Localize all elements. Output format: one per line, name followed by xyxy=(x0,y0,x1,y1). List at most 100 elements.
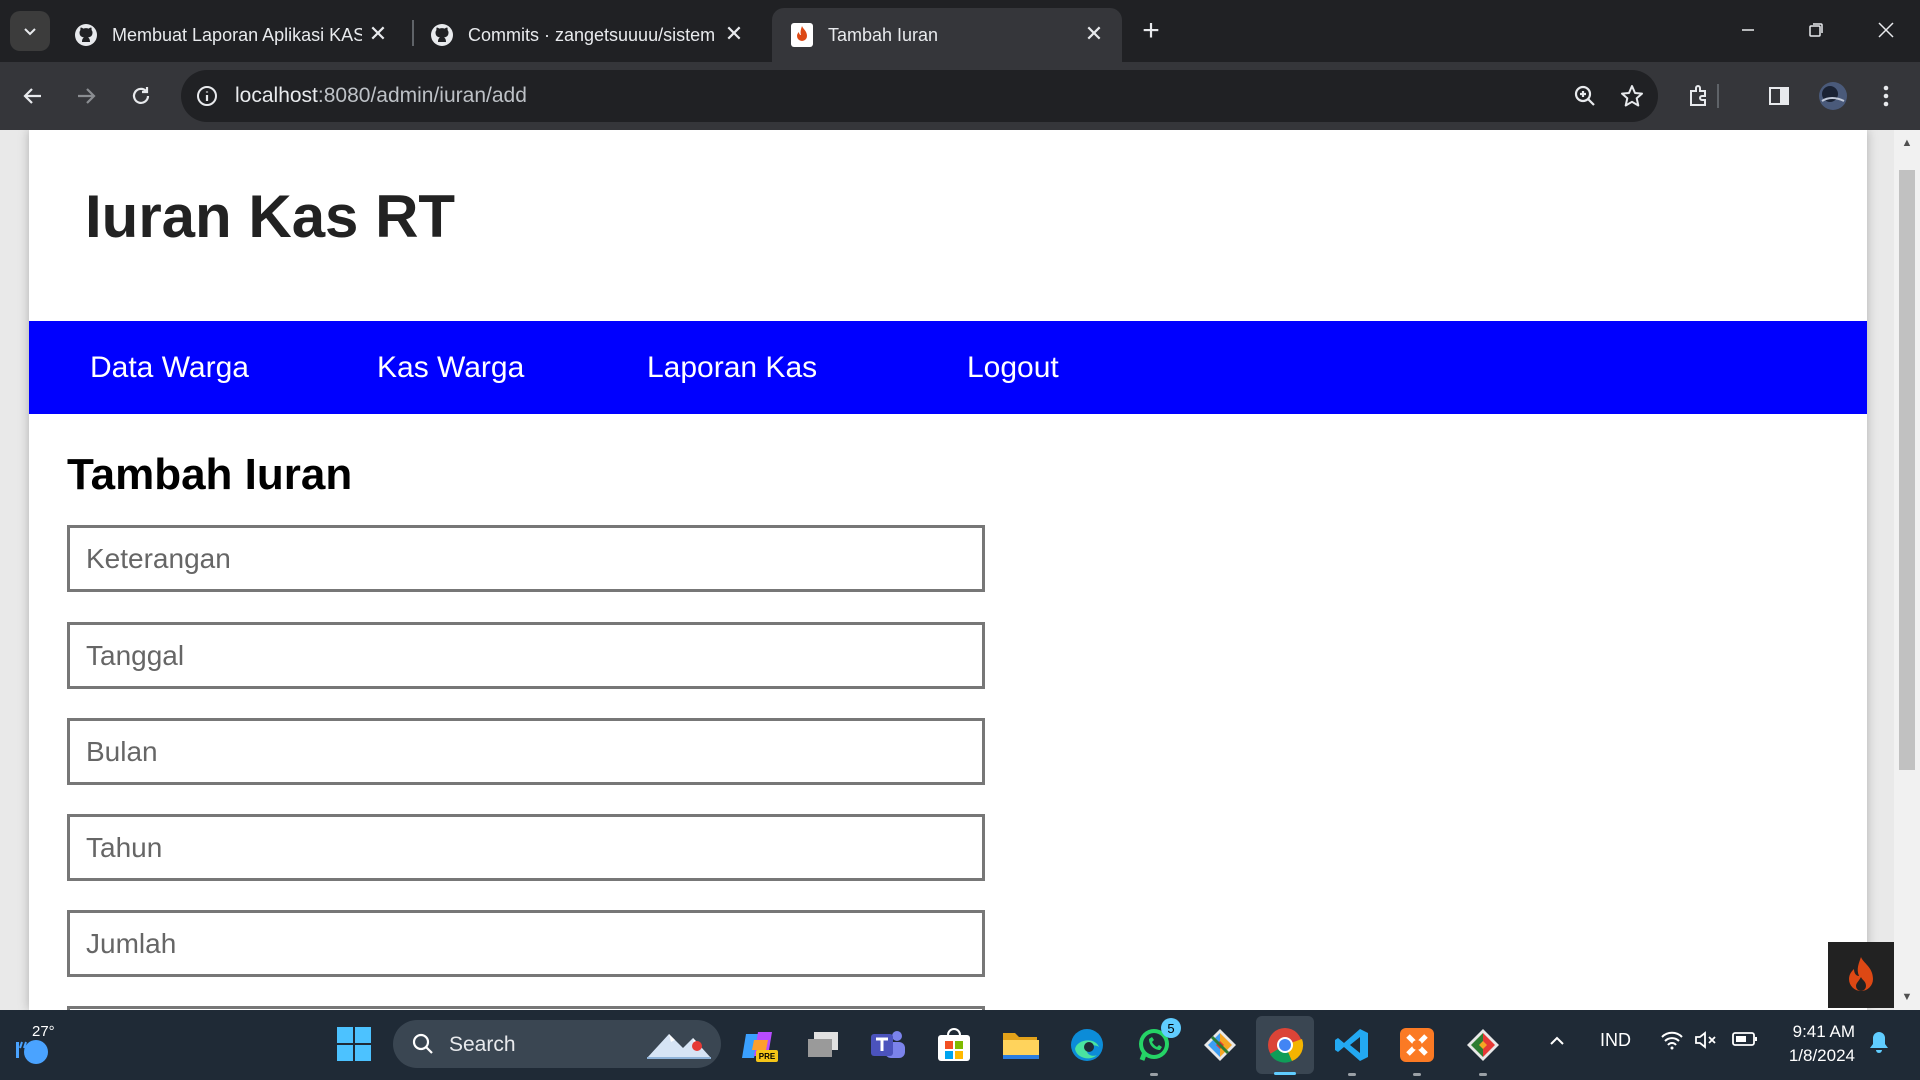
chrome-icon xyxy=(1268,1028,1304,1063)
vscode-icon xyxy=(1335,1029,1368,1061)
nav-logout[interactable]: Logout xyxy=(967,351,1059,385)
file-explorer-app[interactable] xyxy=(999,1024,1041,1066)
git-client-icon xyxy=(1204,1029,1236,1061)
xampp-icon xyxy=(1400,1028,1434,1062)
nav-data-warga[interactable]: Data Warga xyxy=(90,351,249,385)
main-navbar: Data Warga Kas Warga Laporan Kas Logout xyxy=(29,321,1867,414)
address-bar[interactable]: localhost:8080/admin/iuran/add xyxy=(181,70,1658,122)
volume-muted-icon[interactable] xyxy=(1694,1030,1718,1055)
url-text: localhost:8080/admin/iuran/add xyxy=(235,84,527,107)
weather-widget[interactable]: 27° xyxy=(12,1020,60,1070)
show-hidden-icons-button[interactable] xyxy=(1548,1032,1566,1055)
copilot-icon: PRE xyxy=(742,1032,778,1062)
more-menu-icon[interactable] xyxy=(1868,78,1904,114)
system-clock[interactable]: 9:41 AM 1/8/2024 xyxy=(1775,1020,1855,1068)
site-title: Iuran Kas RT xyxy=(85,183,456,250)
tab-search-button[interactable] xyxy=(10,11,50,51)
close-icon xyxy=(1878,22,1894,38)
forward-button[interactable] xyxy=(66,76,106,116)
chevron-down-icon xyxy=(24,28,36,36)
running-indicator xyxy=(1150,1073,1158,1076)
codeigniter-flame-icon xyxy=(790,23,814,47)
browser-viewport: Iuran Kas RT Data Warga Kas Warga Lapora… xyxy=(0,130,1920,1010)
temperature: 27° xyxy=(32,1023,55,1040)
wifi-icon[interactable] xyxy=(1660,1030,1684,1055)
extensions-icon[interactable] xyxy=(1681,78,1717,114)
tab-commits[interactable]: Commits · zangetsuuuu/sistem ✕ xyxy=(412,8,762,62)
input-language[interactable]: IND xyxy=(1600,1030,1631,1051)
zoom-icon[interactable] xyxy=(1571,82,1599,110)
taskbar-search[interactable]: Search xyxy=(393,1020,721,1068)
arrow-left-icon xyxy=(23,88,41,104)
search-label: Search xyxy=(449,1033,516,1056)
clock-date: 1/8/2024 xyxy=(1788,1046,1855,1065)
git-client-icon xyxy=(1467,1029,1499,1061)
running-indicator xyxy=(1348,1073,1356,1076)
scroll-down-arrow-icon[interactable]: ▼ xyxy=(1900,990,1914,1004)
task-view-app[interactable] xyxy=(802,1024,844,1066)
notification-badge: 5 xyxy=(1161,1018,1181,1038)
vscode-app[interactable] xyxy=(1331,1024,1373,1076)
nav-laporan-kas[interactable]: Laporan Kas xyxy=(647,351,817,385)
whatsapp-app[interactable]: 5 xyxy=(1133,1018,1181,1076)
github-icon xyxy=(430,23,454,47)
bulan-field[interactable] xyxy=(67,718,985,785)
tab-title: Tambah Iuran xyxy=(828,24,939,45)
teams-app[interactable] xyxy=(867,1024,909,1066)
battery-icon[interactable] xyxy=(1732,1030,1758,1053)
edge-app[interactable] xyxy=(1066,1024,1108,1066)
close-tab-icon[interactable]: ✕ xyxy=(720,20,748,48)
minimize-button[interactable] xyxy=(1728,10,1768,50)
arrow-right-icon xyxy=(78,88,96,104)
jumlah-field[interactable] xyxy=(67,910,985,977)
microsoft-store-app[interactable] xyxy=(933,1024,975,1066)
profile-avatar[interactable] xyxy=(1815,78,1851,114)
tab-tambah-iuran[interactable]: Tambah Iuran ✕ xyxy=(772,8,1122,62)
tab-laporan[interactable]: Membuat Laporan Aplikasi KAS ✕ xyxy=(56,8,406,62)
task-view-icon xyxy=(808,1032,838,1057)
new-tab-button[interactable]: + xyxy=(1134,14,1168,48)
clock-time: 9:41 AM xyxy=(1792,1022,1855,1041)
start-button[interactable] xyxy=(336,1026,372,1062)
sourcetree-app[interactable] xyxy=(1199,1024,1241,1066)
teams-icon xyxy=(871,1031,905,1058)
bookmark-star-icon[interactable] xyxy=(1618,82,1646,110)
form-title: Tambah Iuran xyxy=(67,450,353,499)
flame-icon xyxy=(1849,957,1873,991)
side-panel-icon[interactable] xyxy=(1761,78,1797,114)
minimize-icon xyxy=(1742,29,1754,31)
nav-kas-warga[interactable]: Kas Warga xyxy=(377,351,524,385)
close-window-button[interactable] xyxy=(1866,10,1906,50)
store-icon xyxy=(938,1028,970,1061)
close-tab-icon[interactable]: ✕ xyxy=(364,20,392,48)
scroll-up-arrow-icon[interactable]: ▲ xyxy=(1900,136,1914,150)
keterangan-field[interactable] xyxy=(67,525,985,592)
scrollbar-thumb[interactable] xyxy=(1899,170,1915,770)
folder-icon xyxy=(1003,1033,1039,1059)
notification-bell-icon[interactable] xyxy=(1868,1030,1890,1059)
site-info-icon[interactable] xyxy=(193,82,221,110)
xampp-app[interactable] xyxy=(1396,1024,1438,1076)
page-scrollbar[interactable]: ▲ ▼ xyxy=(1894,130,1920,1010)
restore-button[interactable] xyxy=(1796,10,1836,50)
reload-button[interactable] xyxy=(121,76,161,116)
windows-logo-icon xyxy=(337,1027,371,1061)
tahun-field[interactable] xyxy=(67,814,985,881)
close-tab-icon[interactable]: ✕ xyxy=(1080,20,1108,48)
chevron-up-icon xyxy=(1550,1036,1564,1045)
svg-text:PRE: PRE xyxy=(759,1052,776,1061)
chrome-app[interactable] xyxy=(1256,1016,1314,1075)
back-button[interactable] xyxy=(13,76,53,116)
running-indicator xyxy=(1274,1072,1296,1075)
github-icon xyxy=(74,23,98,47)
git-app[interactable] xyxy=(1462,1024,1504,1076)
codeigniter-debug-toolbar-button[interactable] xyxy=(1828,942,1894,1008)
tanggal-field[interactable] xyxy=(67,622,985,689)
tab-strip: Membuat Laporan Aplikasi KAS ✕ Commits ·… xyxy=(0,0,1920,62)
toolbar-divider xyxy=(1716,78,1720,114)
reload-icon xyxy=(132,87,150,104)
browser-toolbar: localhost:8080/admin/iuran/add xyxy=(0,62,1920,130)
copilot-app[interactable]: PRE xyxy=(738,1024,780,1066)
search-icon xyxy=(412,1033,433,1054)
restore-icon xyxy=(1809,23,1823,37)
